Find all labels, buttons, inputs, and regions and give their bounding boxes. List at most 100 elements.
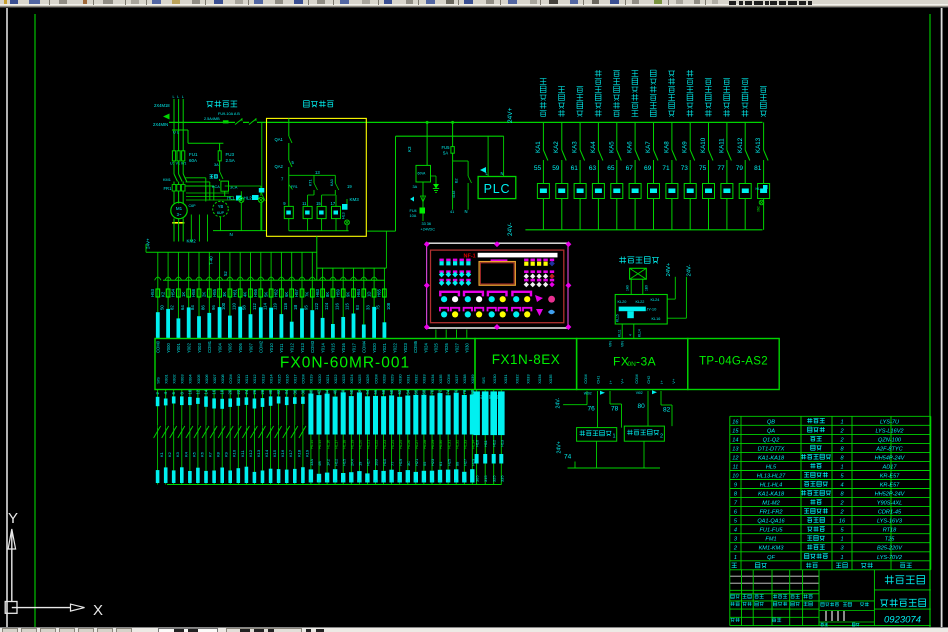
svg-text:HL28: HL28 (422, 440, 427, 449)
svg-text:X030: X030 (492, 374, 497, 384)
svg-text:COM3: COM3 (310, 340, 315, 353)
svg-text:FM1: FM1 (765, 537, 776, 543)
svg-text:KCA: KCA (212, 185, 220, 189)
svg-text:74: 74 (446, 389, 451, 394)
svg-text:K18: K18 (296, 449, 301, 457)
svg-text:12: 12 (732, 455, 739, 461)
svg-text:K6: K6 (199, 451, 204, 457)
svg-text:36C: 36C (757, 205, 761, 212)
svg-text:K7: K7 (208, 451, 213, 457)
svg-text:79: 79 (736, 165, 744, 172)
svg-text:2: 2 (839, 437, 844, 443)
svg-text:KL15: KL15 (616, 314, 620, 322)
svg-text:3: 3 (840, 546, 844, 552)
svg-text:Y90S-4XL: Y90S-4XL (877, 501, 903, 507)
svg-text:X025: X025 (357, 374, 362, 384)
svg-text:24V-: 24V- (556, 398, 562, 409)
svg-text:KA1: KA1 (535, 141, 542, 153)
svg-text:X037: X037 (454, 374, 459, 384)
svg-text:I+: I+ (608, 380, 613, 384)
svg-text:34: 34 (284, 389, 289, 394)
svg-text:X039: X039 (470, 374, 475, 384)
svg-text:1: 1 (840, 555, 843, 561)
svg-text:14: 14 (732, 437, 738, 443)
svg-text:X032: X032 (514, 374, 519, 384)
svg-text:Y011: Y011 (279, 343, 284, 353)
svg-text:13: 13 (315, 170, 320, 175)
svg-text:FR1: FR1 (291, 185, 298, 189)
svg-text:H10: H10 (475, 439, 480, 447)
svg-text:77: 77 (717, 165, 725, 172)
svg-text:61: 61 (438, 462, 443, 466)
svg-text:KA8: KA8 (663, 141, 670, 153)
svg-text:6UP: 6UP (217, 211, 225, 215)
svg-text:77: 77 (390, 462, 395, 466)
svg-text:HL30: HL30 (438, 439, 443, 449)
svg-text:Y000: Y000 (166, 343, 171, 353)
svg-text:X014: X014 (268, 374, 273, 384)
svg-text:H57: H57 (294, 289, 299, 297)
svg-text:X033: X033 (422, 374, 427, 384)
svg-text:FX0N-60MR-001: FX0N-60MR-001 (280, 355, 410, 372)
svg-text:H11: H11 (483, 440, 488, 447)
svg-text:COM: COM (446, 374, 451, 383)
svg-text:2K: 2K (202, 292, 207, 297)
svg-text:60A: 60A (189, 158, 197, 163)
svg-text:Y010: Y010 (269, 343, 274, 353)
svg-text:15: 15 (732, 428, 739, 434)
svg-text:FU5: FU5 (442, 145, 451, 150)
svg-text:124: 124 (324, 302, 329, 310)
svg-text:64: 64 (180, 305, 185, 310)
svg-text:X026: X026 (365, 374, 370, 384)
svg-text:22: 22 (236, 389, 241, 394)
svg-text:KA12: KA12 (737, 137, 744, 153)
svg-text:3: 3 (734, 537, 738, 543)
svg-text:4148: 4148 (452, 190, 456, 198)
svg-text:QZN-100: QZN-100 (878, 437, 902, 443)
svg-text:KA3: KA3 (330, 179, 334, 186)
svg-text:7K: 7K (305, 292, 310, 297)
svg-text:M1-M2: M1-M2 (762, 501, 780, 507)
svg-text:HL1-HL4: HL1-HL4 (760, 483, 782, 489)
svg-text:X035: X035 (548, 374, 553, 384)
svg-text:X001: X001 (164, 374, 169, 384)
svg-text:CH2: CH2 (646, 375, 651, 384)
svg-text:HH54P-24V: HH54P-24V (875, 455, 906, 461)
svg-text:X028: X028 (381, 374, 386, 384)
svg-text:Y021: Y021 (382, 343, 387, 353)
svg-text:H63: H63 (315, 289, 320, 297)
svg-text:HL33: HL33 (463, 440, 468, 449)
svg-text:1A9: 1A9 (626, 285, 630, 291)
svg-text:KL22: KL22 (636, 300, 645, 304)
svg-text:Y017: Y017 (351, 343, 356, 353)
svg-text:100: 100 (221, 302, 226, 310)
svg-text:KT1: KT1 (309, 179, 313, 186)
svg-text:76: 76 (588, 406, 596, 413)
svg-text:Y003: Y003 (197, 343, 202, 353)
svg-text:HL27: HL27 (414, 440, 419, 449)
svg-text:118: 118 (283, 303, 288, 310)
svg-text:33 36: 33 36 (422, 222, 432, 226)
svg-text:Y024: Y024 (423, 343, 428, 353)
svg-text:9: 9 (283, 201, 286, 206)
svg-text:HL24: HL24 (390, 439, 395, 449)
svg-text:H55: H55 (212, 289, 217, 297)
svg-text:95: 95 (304, 305, 309, 310)
svg-text:COM: COM (373, 374, 378, 383)
svg-text:05: 05 (422, 462, 427, 466)
svg-text:K4: K4 (183, 451, 188, 457)
svg-text:8: 8 (734, 492, 738, 498)
svg-text:X022: X022 (333, 374, 338, 384)
svg-text:KA13: KA13 (755, 137, 762, 153)
svg-text:0N: 0N (628, 361, 637, 368)
svg-text:KA6: KA6 (627, 141, 634, 153)
svg-text:COM5: COM5 (413, 340, 418, 353)
svg-text:52: 52 (223, 271, 228, 276)
svg-text:LYS-L16V2: LYS-L16V2 (875, 428, 904, 434)
svg-text:68: 68 (421, 389, 426, 394)
svg-text:H12: H12 (333, 459, 338, 466)
svg-text:50: 50 (159, 305, 164, 310)
svg-text:16: 16 (732, 419, 739, 425)
svg-text:11: 11 (732, 464, 738, 470)
svg-text:1: 1 (840, 464, 843, 470)
